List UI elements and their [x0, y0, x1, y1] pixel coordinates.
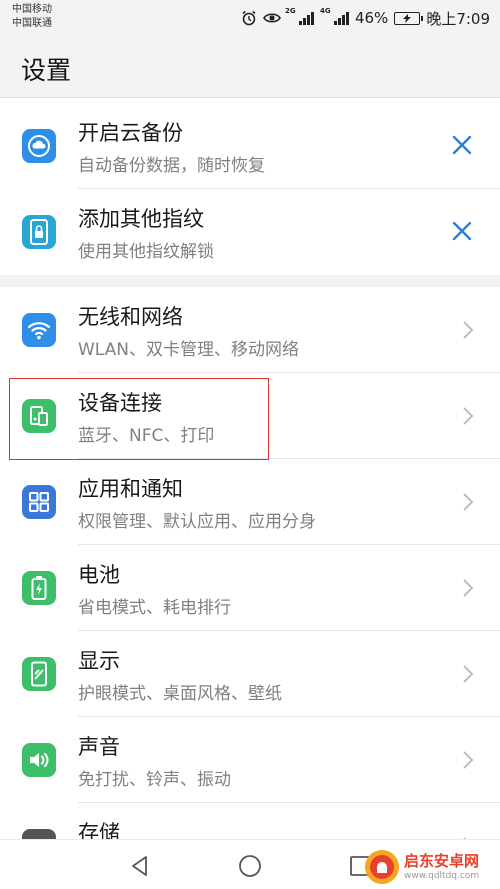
settings-item-wireless-network[interactable]: 无线和网络 WLAN、双卡管理、移动网络 [0, 287, 500, 373]
signal-2g-icon: 2G [285, 7, 314, 25]
suggestion-title: 添加其他指纹 [78, 207, 204, 231]
settings-item-battery[interactable]: 电池 省电模式、耗电排行 [0, 545, 500, 631]
section-gap [0, 275, 500, 287]
sound-icon [22, 743, 56, 777]
chevron-right-icon [463, 751, 474, 769]
suggestions-section: 开启云备份 自动备份数据，随时恢复 添加其他指纹 使用其他指纹解锁 [0, 99, 500, 275]
chevron-right-icon [463, 321, 474, 339]
network-4g-label: 4G [319, 7, 331, 15]
page-title: 设置 [21, 56, 72, 85]
settings-item-title: 显示 [78, 649, 120, 673]
suggestion-title: 开启云备份 [78, 121, 183, 145]
settings-list: 无线和网络 WLAN、双卡管理、移动网络 设备连接 蓝牙、NFC、打印 应用和通… [0, 287, 500, 839]
status-bar: 中国移动 中国联通 2G 4G 46% 晚上7:09 [0, 0, 500, 36]
settings-item-sound[interactable]: 声音 免打扰、铃声、振动 [0, 717, 500, 803]
apps-grid-icon [22, 485, 56, 519]
suggestion-cloud-backup[interactable]: 开启云备份 自动备份数据，随时恢复 [0, 103, 500, 189]
carrier-1: 中国移动 [12, 4, 52, 15]
suggestion-subtitle: 使用其他指纹解锁 [78, 242, 214, 262]
battery-percent: 46% [354, 9, 389, 27]
watermark-title: 启东安卓网 [404, 851, 480, 870]
settings-item-subtitle: WLAN、双卡管理、移动网络 [78, 340, 300, 360]
settings-item-subtitle: 护眼模式、桌面风格、壁纸 [78, 684, 282, 704]
status-icons: 2G 4G 46% 晚上7:09 [241, 7, 490, 28]
home-circle-icon[interactable] [238, 854, 262, 878]
settings-item-title: 电池 [78, 563, 120, 587]
suggestion-add-fingerprint[interactable]: 添加其他指纹 使用其他指纹解锁 [0, 189, 500, 275]
carrier-2: 中国联通 [12, 18, 52, 29]
chevron-right-icon [463, 665, 474, 683]
fingerprint-lock-icon [22, 215, 56, 249]
cloud-backup-icon [22, 129, 56, 163]
network-2g-label: 2G [284, 7, 296, 15]
dismiss-close-icon[interactable] [450, 219, 474, 243]
dismiss-close-icon[interactable] [450, 133, 474, 157]
storage-icon [22, 829, 56, 839]
watermark: 启东安卓网 www.qdltdq.com [364, 848, 494, 886]
signal-4g-icon: 4G [320, 7, 349, 25]
carrier-info: 中国移动 中国联通 [12, 3, 52, 31]
highlight-box [9, 378, 269, 460]
app-header: 设置 [0, 36, 500, 98]
chevron-right-icon [463, 407, 474, 425]
settings-item-title: 声音 [78, 735, 120, 759]
watermark-url: www.qdltdq.com [404, 870, 480, 881]
settings-item-subtitle: 权限管理、默认应用、应用分身 [78, 512, 316, 532]
chevron-right-icon [463, 493, 474, 511]
settings-item-display[interactable]: 显示 护眼模式、桌面风格、壁纸 [0, 631, 500, 717]
chevron-right-icon [463, 579, 474, 597]
watermark-logo-icon [365, 850, 399, 884]
settings-item-apps-notifications[interactable]: 应用和通知 权限管理、默认应用、应用分身 [0, 459, 500, 545]
settings-item-subtitle: 免打扰、铃声、振动 [78, 770, 231, 790]
suggestion-subtitle: 自动备份数据，随时恢复 [78, 156, 265, 176]
battery-icon [22, 571, 56, 605]
settings-item-title: 无线和网络 [78, 305, 183, 329]
display-icon [22, 657, 56, 691]
settings-item-storage[interactable]: 存储 [0, 803, 500, 839]
battery-charging-icon [394, 11, 424, 25]
clock-time: 晚上7:09 [426, 9, 490, 28]
back-triangle-icon[interactable] [128, 854, 152, 878]
settings-item-title: 应用和通知 [78, 477, 183, 501]
settings-item-title: 存储 [78, 821, 120, 839]
eye-comfort-icon [263, 13, 281, 23]
alarm-icon [242, 10, 256, 26]
wifi-icon [22, 313, 56, 347]
settings-item-subtitle: 省电模式、耗电排行 [78, 598, 231, 618]
